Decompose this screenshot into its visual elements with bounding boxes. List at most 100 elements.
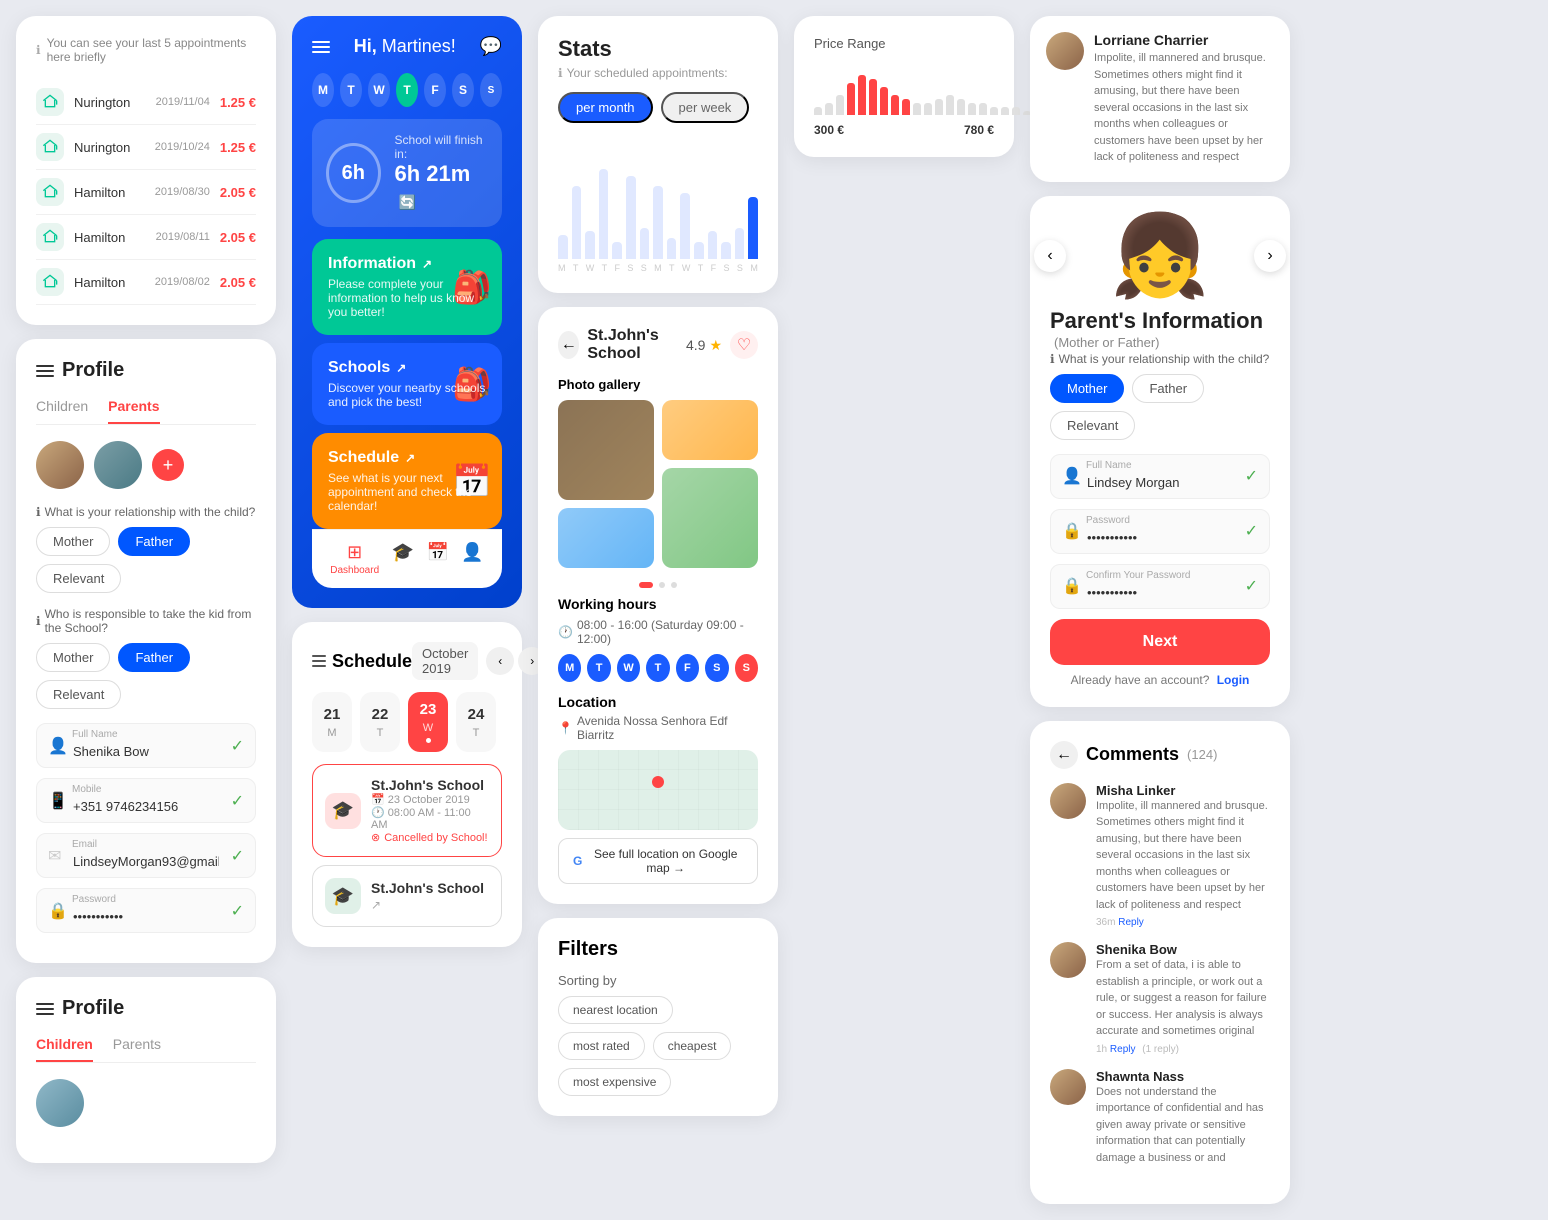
appt-date: 2019/08/02 <box>155 276 210 288</box>
comments-card: ← Comments (124) Misha Linker Impolite, … <box>1030 721 1290 1205</box>
photo-4 <box>662 468 758 568</box>
login-link[interactable]: Login <box>1217 673 1250 687</box>
price-bar <box>990 107 998 115</box>
comment-meta: 1h Reply (1 reply) <box>1096 1044 1270 1055</box>
per-week-tab[interactable]: per week <box>661 92 750 123</box>
school-info-card: ← St.John's School 4.9 ★ ♡ Photo gallery <box>538 307 778 904</box>
lock-icon-3: 🔒 <box>1062 576 1082 596</box>
appt-name: Hamilton <box>74 230 146 245</box>
hi-hamburger[interactable] <box>312 41 330 53</box>
day-S1[interactable]: S <box>452 73 474 107</box>
parent-pwd-input[interactable] <box>1050 509 1270 554</box>
check-icon-pwd: ✓ <box>231 901 244 921</box>
appointment-item-2[interactable]: 🎓 St.John's School ↗ <box>312 865 502 927</box>
schedule-inner-card[interactable]: 📅 Schedule ↗ See what is your next appoi… <box>312 433 502 529</box>
hi-card: Hi, Martines! 💬 M T W T F S S 6h School … <box>292 16 522 608</box>
calendar-day[interactable]: 24 T <box>456 692 496 752</box>
parent-pwd-label: Password <box>1086 515 1130 526</box>
mother-button-1[interactable]: Mother <box>36 527 110 556</box>
mother-pickup-button[interactable]: Mother <box>36 643 110 672</box>
tab-parents[interactable]: Parents <box>108 398 159 424</box>
question-1: ℹ What is your relationship with the chi… <box>36 505 256 519</box>
tab2-children[interactable]: Children <box>36 1036 93 1062</box>
reply-link[interactable]: Reply <box>1118 917 1144 928</box>
appointments-list: Nurington 2019/11/04 1.25 € Nurington 20… <box>36 80 256 305</box>
day-T1[interactable]: T <box>340 73 362 107</box>
appt-icon <box>36 268 64 296</box>
next-button[interactable]: Next <box>1050 619 1270 665</box>
schools-card[interactable]: 🎒 Schools ↗ Discover your nearby schools… <box>312 343 502 425</box>
info-card[interactable]: 🎒 Information ↗ Please complete your inf… <box>312 239 502 335</box>
nav-calendar[interactable]: 📅 <box>426 542 448 576</box>
father-pickup-button[interactable]: Father <box>118 643 190 672</box>
parent-relevant-btn[interactable]: Relevant <box>1050 411 1135 440</box>
day-M[interactable]: M <box>312 73 334 107</box>
photo-gallery <box>558 400 758 568</box>
parent-fullname-field[interactable]: Full Name 👤 ✓ <box>1050 454 1270 499</box>
father-button-1[interactable]: Father <box>118 527 190 556</box>
calendar-day[interactable]: 22 T <box>360 692 400 752</box>
back-button[interactable]: ← <box>558 331 579 359</box>
info-icon-stats: ℹ <box>558 66 563 80</box>
reply-link[interactable]: Reply <box>1110 1044 1136 1055</box>
price-bar <box>902 99 910 115</box>
prev-month-btn[interactable]: ‹ <box>486 647 514 675</box>
carousel-left-btn[interactable]: ‹ <box>1034 240 1066 272</box>
email-input[interactable] <box>36 833 256 878</box>
parent-mother-btn[interactable]: Mother <box>1050 374 1124 403</box>
hamburger-menu[interactable] <box>36 365 54 377</box>
carousel-right-btn[interactable]: › <box>1254 240 1286 272</box>
check-icon-email: ✓ <box>231 846 244 866</box>
relevant-pickup-button[interactable]: Relevant <box>36 680 121 709</box>
chart-bar <box>694 242 704 259</box>
parent-confirm-pwd-field[interactable]: Confirm Your Password 🔒 ✓ <box>1050 564 1270 609</box>
password-field[interactable]: Password 🔒 ✓ <box>36 888 256 933</box>
calendar-day[interactable]: 23 W <box>408 692 448 752</box>
info-icon: ℹ <box>36 43 41 57</box>
filter-most-rated[interactable]: most rated <box>558 1032 645 1060</box>
filter-cheapest[interactable]: cheapest <box>653 1032 732 1060</box>
password-input[interactable] <box>36 888 256 933</box>
relevant-button-1[interactable]: Relevant <box>36 564 121 593</box>
day-F[interactable]: F <box>424 73 446 107</box>
day-S2[interactable]: S <box>480 73 502 107</box>
mobile-field[interactable]: Mobile 📱 ✓ <box>36 778 256 823</box>
chat-icon[interactable]: 💬 <box>480 36 502 57</box>
mobile-input[interactable] <box>36 778 256 823</box>
calendar-day[interactable]: 21 M <box>312 692 352 752</box>
full-name-label: Full Name <box>72 729 118 740</box>
schedule-hamburger[interactable] <box>312 655 326 667</box>
schools-card-subtitle: Discover your nearby schools and pick th… <box>328 381 486 409</box>
appointment-row: Hamilton 2019/08/30 2.05 € <box>36 170 256 215</box>
parent-father-btn[interactable]: Father <box>1132 374 1204 403</box>
location-section: Location 📍 Avenida Nossa Senhora Edf Bia… <box>558 694 758 884</box>
comment-row: Shawnta Nass Does not understand the imp… <box>1050 1069 1270 1171</box>
per-month-tab[interactable]: per month <box>558 92 653 123</box>
tab2-parents[interactable]: Parents <box>113 1036 161 1062</box>
stats-tabs: per month per week <box>558 92 758 123</box>
appointment-item-1[interactable]: 🎓 St.John's School 📅 23 October 2019 🕐 0… <box>312 764 502 857</box>
hamburger-menu-2[interactable] <box>36 1003 54 1015</box>
add-avatar-button[interactable]: + <box>152 449 184 481</box>
school-icon-appt2: 🎓 <box>332 886 354 907</box>
nav-school[interactable]: 🎓 <box>392 542 414 576</box>
email-field[interactable]: Email ✉ ✓ <box>36 833 256 878</box>
dashboard-label: Dashboard <box>330 565 379 576</box>
favorite-button[interactable]: ♡ <box>730 331 758 359</box>
day-pill-F: F <box>676 654 699 682</box>
nav-dashboard[interactable]: ⊞ Dashboard <box>330 542 379 576</box>
comments-back-button[interactable]: ← <box>1050 741 1078 769</box>
filter-nearest[interactable]: nearest location <box>558 996 673 1024</box>
comment-text: Impolite, ill mannered and brusque. Some… <box>1096 798 1270 914</box>
day-W[interactable]: W <box>368 73 390 107</box>
day-T2[interactable]: T <box>396 73 418 107</box>
nav-profile[interactable]: 👤 <box>461 542 483 576</box>
tab-children[interactable]: Children <box>36 398 88 424</box>
parent-fullname-input[interactable] <box>1050 454 1270 499</box>
google-maps-button[interactable]: G See full location on Google map → <box>558 838 758 884</box>
full-name-field[interactable]: Full Name 👤 ✓ <box>36 723 256 768</box>
filter-most-expensive[interactable]: most expensive <box>558 1068 671 1096</box>
parent-pwd-field[interactable]: Password 🔒 ✓ <box>1050 509 1270 554</box>
photo-2 <box>558 508 654 568</box>
full-name-input[interactable] <box>36 723 256 768</box>
